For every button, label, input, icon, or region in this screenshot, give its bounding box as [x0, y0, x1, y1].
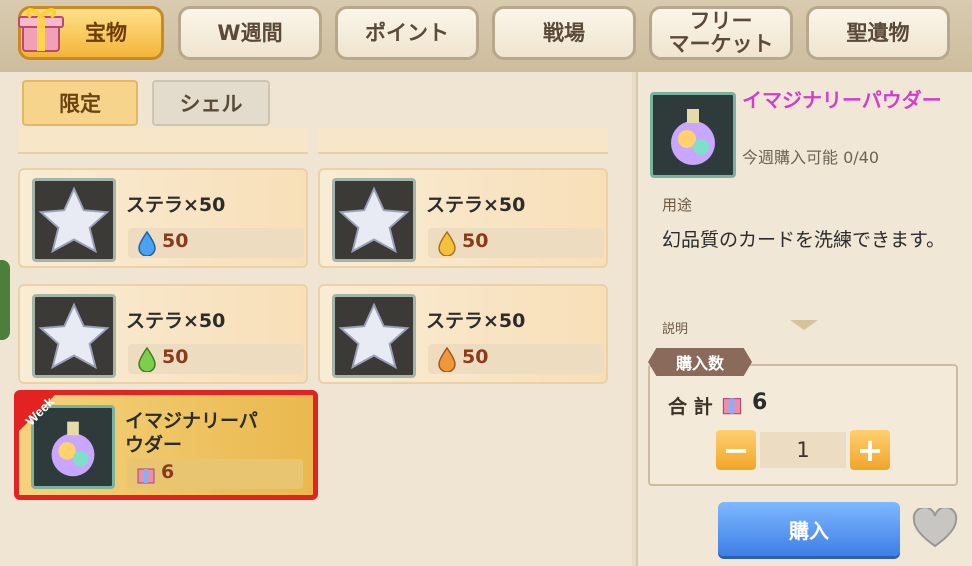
tab-label: W週間 — [217, 20, 283, 45]
tab-weekly[interactable]: W週間 — [178, 6, 322, 60]
item-name: ステラ×50 — [426, 194, 526, 216]
gift-currency-icon — [722, 398, 742, 415]
gold-drop-icon — [438, 230, 456, 256]
tab-points[interactable]: ポイント — [335, 6, 479, 60]
gift-icon — [18, 8, 64, 52]
blue-drop-icon — [138, 230, 156, 256]
gift-currency-icon — [137, 468, 155, 484]
use-label: 用途 — [662, 196, 693, 214]
quantity-tag: 購入数 — [648, 348, 752, 376]
list-item-partial[interactable] — [318, 128, 608, 154]
increment-button[interactable]: + — [850, 430, 890, 470]
decrement-button[interactable]: − — [716, 430, 756, 470]
quantity-field[interactable]: 1 — [760, 432, 846, 468]
tab-label: 戦場 — [543, 20, 585, 45]
tab-label: 宝物 — [85, 20, 127, 45]
item-name: ステラ×50 — [126, 194, 226, 216]
list-item[interactable]: ステラ×50 50 — [18, 168, 308, 268]
list-item-selected[interactable]: Week イマジナリーパウダー 6 — [14, 390, 318, 500]
item-name: イマジナリーパウダー — [125, 410, 258, 456]
potion-icon — [650, 92, 736, 178]
top-tab-bar: 宝物 W週間 ポイント 戦場 フリー マーケット 聖遺物 — [0, 0, 972, 72]
heart-icon[interactable] — [912, 508, 958, 548]
tab-label: 聖遺物 — [846, 20, 910, 45]
item-price: 50 — [162, 346, 189, 368]
item-price: 50 — [462, 230, 489, 252]
star-icon — [332, 294, 416, 378]
item-price: 50 — [162, 230, 189, 252]
star-icon — [32, 294, 116, 378]
list-item[interactable]: ステラ×50 50 — [18, 284, 308, 384]
subtab-label: 限定 — [59, 92, 101, 116]
total-label: 合 計 — [668, 396, 713, 418]
subtab-limited[interactable]: 限定 — [22, 80, 138, 126]
use-description: 幻品質のカードを洗練できます。 — [662, 229, 946, 251]
purchase-limit: 今週購入可能 0/40 — [742, 148, 880, 167]
item-price: 50 — [462, 346, 489, 368]
subtab-label: シェル — [179, 92, 243, 116]
star-icon — [332, 178, 416, 262]
chevron-down-icon[interactable] — [790, 320, 818, 330]
week-badge: Week — [17, 393, 58, 433]
description-label: 説明 — [662, 322, 689, 337]
tab-treasure[interactable]: 宝物 — [18, 6, 164, 60]
tab-free-market[interactable]: フリー マーケット — [649, 6, 793, 60]
list-item[interactable]: ステラ×50 50 — [318, 284, 608, 384]
list-item[interactable]: ステラ×50 50 — [318, 168, 608, 268]
list-item-partial[interactable] — [18, 128, 308, 154]
item-name: ステラ×50 — [426, 310, 526, 332]
side-decoration — [0, 260, 10, 340]
subtab-shell[interactable]: シェル — [152, 80, 270, 126]
total-value: 6 — [752, 390, 768, 415]
tab-label: ポイント — [365, 20, 449, 45]
green-drop-icon — [138, 346, 156, 372]
item-price: 6 — [161, 461, 175, 483]
tab-relics[interactable]: 聖遺物 — [806, 6, 950, 60]
item-name: ステラ×50 — [126, 310, 226, 332]
detail-item-name: イマジナリーパウダー — [742, 88, 942, 112]
orange-drop-icon — [438, 346, 456, 372]
buy-button[interactable]: 購入 — [718, 502, 900, 556]
tab-battlefield[interactable]: 戦場 — [492, 6, 636, 60]
star-icon — [32, 178, 116, 262]
tab-label: フリー マーケット — [668, 9, 774, 56]
